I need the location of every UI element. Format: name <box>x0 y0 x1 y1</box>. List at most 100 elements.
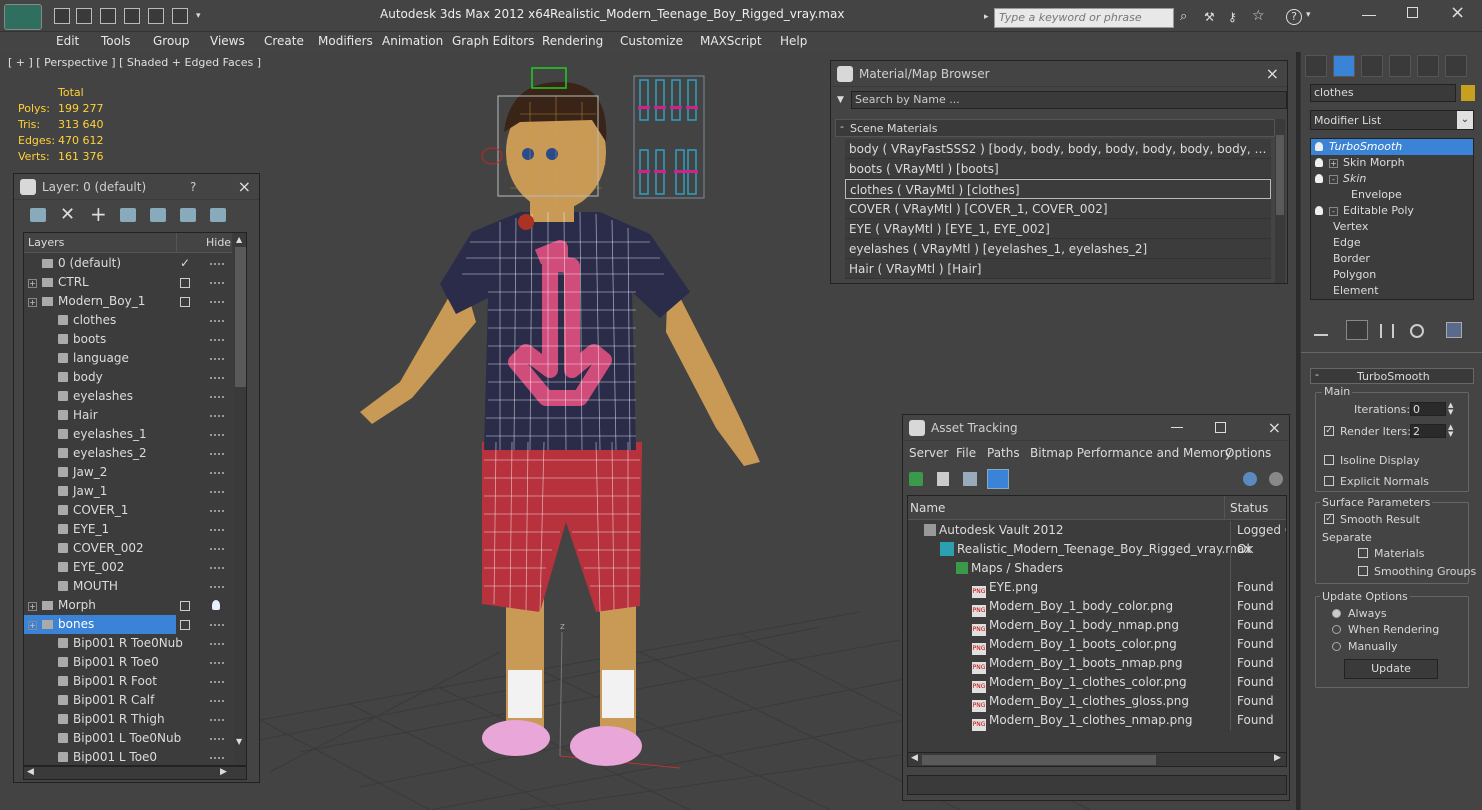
hide-toggle-icon[interactable] <box>210 510 224 512</box>
layer-row[interactable]: Bip001 L Toe0 <box>24 748 176 765</box>
material-item[interactable]: COVER ( VRayMtl ) [COVER_1, COVER_002] <box>845 199 1271 219</box>
layer-row[interactable]: Bip001 R Foot <box>24 672 176 691</box>
object-color-swatch[interactable] <box>1461 85 1475 101</box>
menu-tools[interactable]: Tools <box>101 34 131 48</box>
hide-toggle-icon[interactable] <box>210 529 224 531</box>
add-to-layer-icon[interactable]: + <box>90 202 107 226</box>
asset-horizontal-scrollbar[interactable]: ◀ ▶ <box>908 752 1286 766</box>
hide-toggle-icon[interactable] <box>210 719 224 721</box>
modifier-stack-item[interactable]: - Skin <box>1311 171 1473 187</box>
new-layer-icon[interactable] <box>30 208 46 222</box>
iterations-spinner[interactable]: 0 <box>1410 402 1446 416</box>
layer-row[interactable]: MOUTH <box>24 577 176 596</box>
hide-toggle-icon[interactable] <box>210 377 224 379</box>
asset-path-field[interactable] <box>907 775 1287 795</box>
tree-view-icon[interactable] <box>963 472 977 486</box>
asset-close-icon[interactable]: × <box>1268 415 1281 441</box>
list-view-icon[interactable] <box>937 472 949 486</box>
modifier-stack-item[interactable]: Envelope <box>1311 187 1473 203</box>
modifier-stack-item[interactable]: - Editable Poly <box>1311 203 1473 219</box>
modifier-bulb-icon[interactable] <box>1315 158 1323 167</box>
hide-toggle-icon[interactable] <box>210 472 224 474</box>
freeze-all-icon[interactable] <box>210 208 226 222</box>
manually-radio[interactable] <box>1332 642 1341 651</box>
hide-toggle-icon[interactable] <box>210 358 224 360</box>
menu-graph-editors[interactable]: Graph Editors <box>452 34 534 48</box>
qa-dropdown-icon[interactable]: ▾ <box>196 8 206 24</box>
layer-row[interactable]: Hair <box>24 406 176 425</box>
layer-active-checkbox[interactable] <box>180 601 190 611</box>
hide-toggle-icon[interactable] <box>210 339 224 341</box>
motion-tab-icon[interactable] <box>1389 55 1411 77</box>
asset-minimize-icon[interactable] <box>1171 427 1183 428</box>
material-search-input[interactable]: Search by Name ... <box>851 91 1287 109</box>
favorites-star-icon[interactable]: ☆ <box>1252 9 1268 23</box>
asset-row[interactable]: PNG Modern_Boy_1_clothes_gloss.png Found <box>908 692 1286 712</box>
object-name-field[interactable]: clothes <box>1310 84 1456 102</box>
scroll-up-icon[interactable]: ▲ <box>236 235 242 244</box>
layer-row[interactable]: clothes <box>24 311 176 330</box>
layers-column-header[interactable]: Layers <box>28 236 64 249</box>
help-question-icon[interactable]: ? <box>190 174 196 200</box>
hide-toggle-icon[interactable] <box>210 301 224 303</box>
layer-active-checkbox[interactable] <box>180 278 190 288</box>
material-item[interactable]: clothes ( VRayMtl ) [clothes] <box>845 179 1271 199</box>
layer-row[interactable]: + Morph <box>24 596 176 615</box>
hide-toggle-icon[interactable] <box>210 681 224 683</box>
asset-row[interactable]: PNG Modern_Boy_1_body_nmap.png Found <box>908 616 1286 636</box>
layer-list[interactable]: Layers Hide 0 (default) ✓ + CTRL + Modern_Boy… <box>23 232 247 766</box>
menu-help[interactable]: Help <box>780 34 807 48</box>
scroll-left-icon[interactable]: ◀ <box>27 767 34 777</box>
asset-row[interactable]: PNG EYE.png Found <box>908 578 1286 598</box>
menu-create[interactable]: Create <box>264 34 304 48</box>
current-layer-check-icon[interactable]: ✓ <box>180 254 190 273</box>
always-radio[interactable] <box>1332 609 1341 618</box>
asset-menu-bitmap[interactable]: Bitmap Performance and Memory <box>1030 446 1232 460</box>
expand-toggle-icon[interactable]: + <box>28 602 37 611</box>
asset-menu-file[interactable]: File <box>956 446 976 460</box>
layer-row[interactable]: + Modern_Boy_1 <box>24 292 176 311</box>
menu-views[interactable]: Views <box>210 34 245 48</box>
material-item[interactable]: eyelashes ( VRayMtl ) [eyelashes_1, eyel… <box>845 239 1271 259</box>
hide-column-header[interactable]: Hide <box>206 236 231 249</box>
modifier-expand-icon[interactable]: + <box>1329 159 1338 168</box>
save-icon[interactable] <box>76 8 92 24</box>
layer-panel-close-icon[interactable]: × <box>238 174 251 200</box>
materials-checkbox[interactable] <box>1358 548 1368 558</box>
hide-toggle-icon[interactable] <box>210 643 224 645</box>
material-scrollbar[interactable] <box>1275 119 1285 283</box>
material-scroll-thumb[interactable] <box>1276 135 1284 215</box>
hide-toggle-icon[interactable] <box>210 738 224 740</box>
layer-row[interactable]: EYE_1 <box>24 520 176 539</box>
layer-row[interactable]: Jaw_2 <box>24 463 176 482</box>
asset-row[interactable]: PNG Modern_Boy_1_clothes_color.png Found <box>908 673 1286 693</box>
material-browser-titlebar[interactable]: Material/Map Browser × <box>831 61 1287 87</box>
pin-stack-icon[interactable] <box>1314 324 1328 336</box>
asset-row[interactable]: PNG Modern_Boy_1_body_color.png Found <box>908 597 1286 617</box>
hide-toggle-icon[interactable] <box>210 700 224 702</box>
material-browser-close-icon[interactable]: × <box>1266 61 1279 87</box>
modifier-bulb-icon[interactable] <box>1315 142 1323 151</box>
display-tab-icon[interactable] <box>1417 55 1439 77</box>
layer-row[interactable]: EYE_002 <box>24 558 176 577</box>
layer-row[interactable]: Bip001 L Toe0Nub <box>24 729 181 748</box>
render-iters-spinner-arrows-icon[interactable]: ▲ ▼ <box>1448 424 1453 438</box>
asset-scroll-thumb[interactable] <box>922 755 1156 765</box>
explicit-normals-checkbox[interactable] <box>1324 476 1334 486</box>
iterations-spinner-arrows-icon[interactable]: ▲ ▼ <box>1448 402 1453 416</box>
modifier-stack-item[interactable]: Border <box>1311 251 1473 267</box>
menu-customize[interactable]: Customize <box>620 34 683 48</box>
asset-row[interactable]: PNG Modern_Boy_1_boots_color.png Found <box>908 635 1286 655</box>
menu-modifiers[interactable]: Modifiers <box>318 34 373 48</box>
material-item[interactable]: boots ( VRayMtl ) [boots] <box>845 159 1271 179</box>
asset-menu-server[interactable]: Server <box>909 446 948 460</box>
turbosmooth-rollout-header[interactable]: - TurboSmooth <box>1310 368 1474 384</box>
fetch-icon[interactable] <box>172 8 188 24</box>
layer-row[interactable]: + CTRL <box>24 273 176 292</box>
layer-row[interactable]: 0 (default) <box>24 254 176 273</box>
layer-row[interactable]: Bip001 R Toe0 <box>24 653 176 672</box>
menu-maxscript[interactable]: MAXScript <box>700 34 762 48</box>
show-end-result-icon[interactable] <box>1346 320 1368 340</box>
layer-row[interactable]: boots <box>24 330 176 349</box>
hide-toggle-icon[interactable] <box>210 282 224 284</box>
